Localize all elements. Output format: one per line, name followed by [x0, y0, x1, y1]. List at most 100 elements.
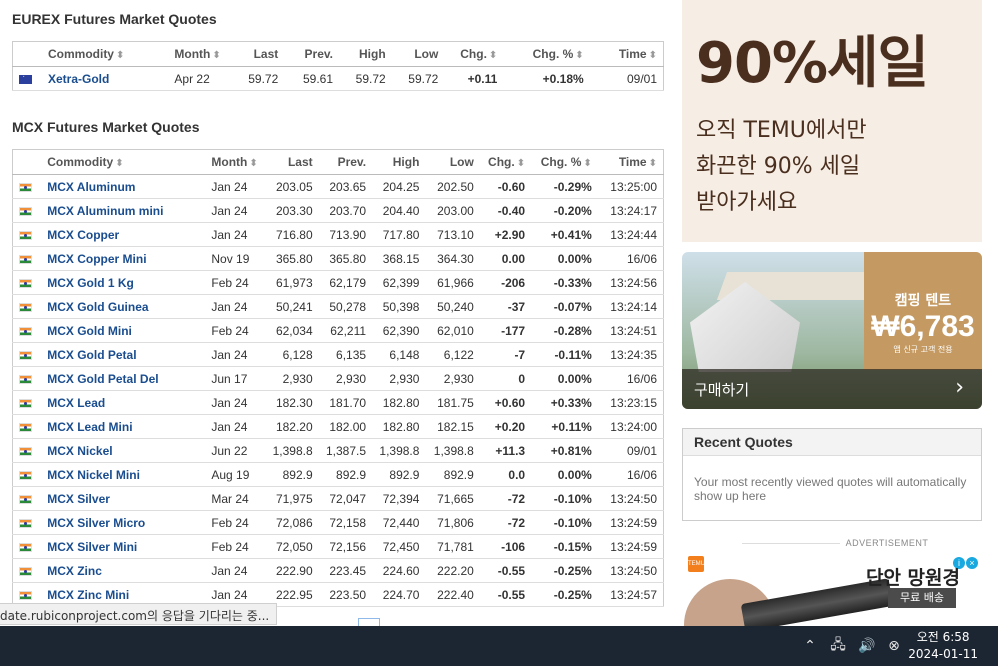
table-row[interactable]: MCX Zinc Jan 24 222.90 223.45 224.60 222.20 -0… [12, 558, 664, 583]
country-flag-icon [19, 254, 32, 264]
commodity-link[interactable]: MCX Gold 1 Kg [41, 270, 206, 295]
col-last[interactable]: Last [265, 149, 319, 175]
time-cell: 13:24:59 [597, 534, 664, 559]
table-row[interactable]: MCX Silver Mini Feb 24 72,050 72,156 72,450 7… [12, 534, 664, 559]
system-clock[interactable]: 오전 6:58 2024-01-11 [908, 629, 978, 663]
ad-line-2: 화끈한 90% 세일 [696, 154, 861, 179]
low-cell: 71,665 [425, 486, 480, 511]
col-prev[interactable]: Prev. [318, 149, 373, 175]
table-row[interactable]: MCX Silver Mar 24 71,975 72,047 72,394 71,665… [12, 486, 664, 511]
prev-cell: 2,930 [318, 366, 373, 391]
commodity-link[interactable]: MCX Copper Mini [41, 246, 206, 271]
col-time[interactable]: Time ⬍ [597, 149, 664, 175]
commodity-link[interactable]: MCX Aluminum [41, 174, 206, 199]
table-row[interactable]: MCX Gold Guinea Jan 24 50,241 50,278 50,398 5… [12, 294, 664, 319]
last-cell: 61,973 [265, 270, 319, 295]
table-row[interactable]: MCX Gold 1 Kg Feb 24 61,973 62,179 62,399 61,… [12, 270, 664, 295]
commodity-link[interactable]: MCX Gold Guinea [41, 294, 206, 319]
commodity-link[interactable]: MCX Silver Mini [41, 534, 206, 559]
commodity-link[interactable]: MCX Nickel [41, 438, 206, 463]
commodity-link[interactable]: Xetra-Gold [41, 66, 169, 91]
buy-bar[interactable]: 구매하기 › [682, 369, 982, 409]
commodity-link[interactable]: MCX Gold Petal Del [41, 366, 206, 391]
last-cell: 62,034 [265, 318, 319, 343]
commodity-link[interactable]: MCX Copper [41, 222, 206, 247]
col-high[interactable]: High [339, 41, 392, 67]
month-cell: Jan 24 [205, 222, 266, 247]
prev-cell: 181.70 [318, 390, 373, 415]
country-flag-icon [19, 566, 32, 576]
table-row[interactable]: MCX Aluminum mini Jan 24 203.30 203.70 204.4… [12, 198, 664, 223]
col-last[interactable]: Last [231, 41, 285, 67]
mute-x-icon[interactable]: ⊗ [886, 638, 902, 654]
last-cell: 71,975 [265, 486, 319, 511]
table-row[interactable]: MCX Gold Petal Jan 24 6,128 6,135 6,148 6,122… [12, 342, 664, 367]
table-row[interactable]: MCX Gold Mini Feb 24 62,034 62,211 62,390 62,… [12, 318, 664, 343]
country-flag-icon [19, 302, 32, 312]
table-row[interactable]: MCX Gold Petal Del Jun 17 2,930 2,930 2,930 2… [12, 366, 664, 391]
time-cell: 13:23:15 [597, 390, 664, 415]
month-cell: Jun 17 [205, 366, 266, 391]
table-row[interactable]: MCX Silver Micro Feb 24 72,086 72,158 72,440… [12, 510, 664, 535]
col-high[interactable]: High [372, 149, 426, 175]
commodity-link[interactable]: MCX Aluminum mini [41, 198, 206, 223]
network-icon[interactable]: 🖧 [830, 634, 846, 658]
time-cell: 13:24:56 [597, 270, 664, 295]
table-row[interactable]: MCX Lead Mini Jan 24 182.20 182.00 182.80 182… [12, 414, 664, 439]
temu-logo: TEMU [688, 556, 705, 572]
table-row[interactable]: MCX Copper Jan 24 716.80 713.90 717.80 713.10… [12, 222, 664, 247]
col-chg-pct[interactable]: Chg. % ⬍ [531, 149, 598, 175]
change-pct-cell: +0.81% [531, 438, 598, 463]
commodity-link[interactable]: MCX Lead [41, 390, 206, 415]
col-prev[interactable]: Prev. [284, 41, 340, 67]
prev-cell: 203.70 [318, 198, 373, 223]
col-time[interactable]: Time ⬍ [589, 41, 664, 67]
commodity-link[interactable]: MCX Silver [41, 486, 206, 511]
volume-icon[interactable]: 🔊 [858, 638, 875, 654]
col-month[interactable]: Month ⬍ [168, 41, 232, 67]
commodity-link[interactable]: MCX Lead Mini [41, 414, 206, 439]
close-icon[interactable]: × [966, 557, 978, 569]
last-cell: 1,398.8 [265, 438, 319, 463]
col-chg[interactable]: Chg. ⬍ [479, 149, 532, 175]
monocular-ad[interactable]: TEMU i × 단안 망원경 무료 배송 [682, 551, 982, 626]
col-low[interactable]: Low [425, 149, 480, 175]
commodity-link[interactable]: MCX Silver Micro [41, 510, 206, 535]
tent-ad[interactable]: 캠핑 텐트 ₩6,783 앱 신규 고객 전용 구매하기 › [682, 252, 982, 409]
table-row[interactable]: MCX Lead Jan 24 182.30 181.70 182.80 181.75 +0… [12, 390, 664, 415]
change-cell: +0.20 [479, 414, 532, 439]
last-cell: 182.20 [265, 414, 319, 439]
sort-icon: ⬍ [115, 50, 125, 61]
table-row[interactable]: MCX Copper Mini Nov 19 365.80 365.80 368.15 3… [12, 246, 664, 271]
last-cell: 222.90 [265, 558, 319, 583]
table-row[interactable]: Xetra-GoldApr 2259.7259.6159.7259.72+0.1… [12, 66, 664, 91]
change-pct-cell: -0.33% [531, 270, 598, 295]
table-row[interactable]: MCX Nickel Mini Aug 19 892.9 892.9 892.9 892.… [12, 462, 664, 487]
col-commodity[interactable]: Commodity ⬍ [41, 149, 206, 175]
commodity-link[interactable]: MCX Nickel Mini [41, 462, 206, 487]
col-chg[interactable]: Chg. ⬍ [444, 41, 504, 67]
clock-time: 오전 6:58 [916, 630, 970, 644]
temu-sale-ad[interactable]: ▀▀▀▀▀▀▀ 90%세일 오직 TEMU에서만 화끈한 90% 세일 받아가세… [682, 0, 982, 242]
month-cell: Aug 19 [205, 462, 266, 487]
commodity-link[interactable]: MCX Gold Mini [41, 318, 206, 343]
tent-label: 캠핑 텐트 [894, 293, 952, 309]
country-flag-icon [19, 470, 32, 480]
time-cell: 13:24:59 [597, 510, 664, 535]
col-commodity[interactable]: Commodity ⬍ [41, 41, 169, 67]
sort-icon: ⬍ [212, 50, 221, 61]
table-row[interactable]: MCX Aluminum Jan 24 203.05 203.65 204.25 202.… [12, 174, 664, 199]
col-month[interactable]: Month ⬍ [205, 149, 266, 175]
prev-cell: 713.90 [318, 222, 373, 247]
chevron-up-icon[interactable]: ⌃ [802, 638, 818, 654]
change-pct-cell: -0.20% [531, 198, 598, 223]
col-low[interactable]: Low [391, 41, 445, 67]
commodity-link[interactable]: MCX Gold Petal [41, 342, 206, 367]
prev-cell: 72,158 [318, 510, 373, 535]
change-cell: -7 [479, 342, 532, 367]
sort-icon: ⬍ [516, 158, 526, 169]
col-chg-pct[interactable]: Chg. % ⬍ [503, 41, 590, 67]
high-cell: 717.80 [372, 222, 426, 247]
table-row[interactable]: MCX Nickel Jun 22 1,398.8 1,387.5 1,398.8 1,3… [12, 438, 664, 463]
commodity-link[interactable]: MCX Zinc [41, 558, 206, 583]
